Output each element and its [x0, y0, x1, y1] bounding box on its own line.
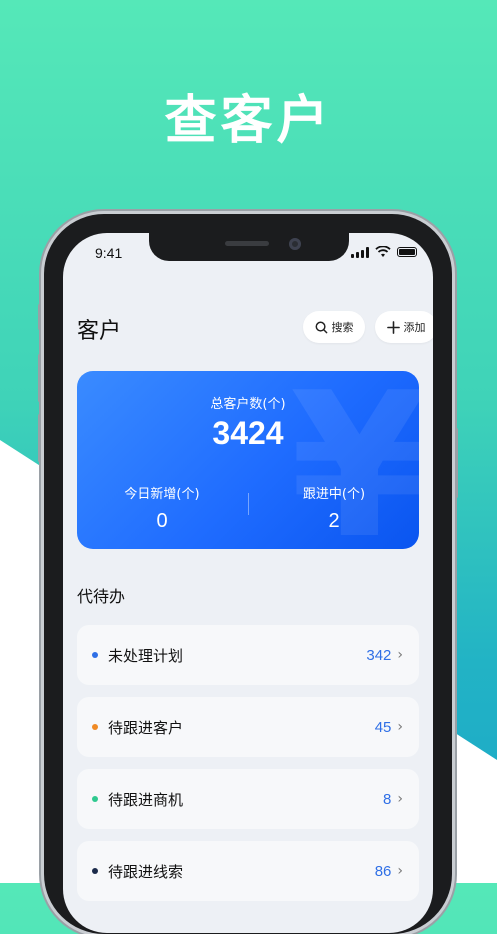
todo-item-label: 待跟进客户 — [108, 718, 184, 737]
todo-item-count: 45 — [374, 718, 392, 736]
battery-icon — [397, 247, 417, 257]
today-new-label: 今日新增(个) — [124, 487, 200, 502]
todo-item-label: 待跟进商机 — [108, 790, 184, 809]
status-icons — [351, 246, 417, 258]
phone-screen: 9:41 客户 搜索 添加 ¥ 总客户数(个) 3424 今日新增(个) 0 跟… — [63, 233, 433, 933]
add-button[interactable]: 添加 — [375, 311, 433, 343]
todo-item-count: 342 — [366, 646, 392, 664]
todo-item-pending-customers[interactable]: 待跟进客户 45 › — [77, 697, 419, 757]
todo-item-pending-opportunities[interactable]: 待跟进商机 8 › — [77, 769, 419, 829]
power-button — [455, 428, 458, 498]
todo-item-unprocessed-plans[interactable]: 未处理计划 342 › — [77, 625, 419, 685]
total-customers-label: 总客户数(个) — [210, 397, 286, 412]
todo-item-count: 86 — [374, 862, 392, 880]
following-label: 跟进中(个) — [302, 487, 366, 502]
wifi-icon — [375, 246, 391, 257]
hero-title: 查客户 — [164, 91, 333, 151]
todo-item-label: 未处理计划 — [108, 646, 184, 665]
search-icon — [315, 321, 327, 333]
search-button-label: 搜索 — [331, 321, 354, 334]
todo-list: 未处理计划 342 › 待跟进客户 45 › 待跟进商机 8 › 待跟进线索 8… — [77, 625, 419, 913]
speaker — [225, 241, 269, 246]
todo-item-label: 待跟进线索 — [108, 862, 184, 881]
mute-switch — [38, 304, 41, 330]
notch — [149, 233, 349, 261]
customer-stats-card: ¥ 总客户数(个) 3424 今日新增(个) 0 跟进中(个) 2 — [77, 371, 419, 549]
today-new-stat[interactable]: 今日新增(个) 0 — [77, 483, 247, 533]
status-dot — [92, 796, 98, 802]
chevron-right-icon: › — [397, 719, 403, 735]
plus-icon — [386, 320, 400, 334]
following-value: 2 — [328, 510, 340, 532]
status-dot — [92, 868, 98, 874]
status-dot — [92, 652, 98, 658]
todo-section-title: 代待办 — [77, 587, 126, 606]
chevron-right-icon: › — [397, 791, 403, 807]
signal-icon — [351, 246, 369, 258]
following-stat[interactable]: 跟进中(个) 2 — [249, 483, 419, 533]
todo-item-count: 8 — [383, 790, 392, 808]
status-dot — [92, 724, 98, 730]
todo-item-pending-leads[interactable]: 待跟进线索 86 › — [77, 841, 419, 901]
volume-down-button — [38, 414, 41, 462]
page-header: 客户 搜索 添加 — [77, 311, 433, 345]
phone-frame: 9:41 客户 搜索 添加 ¥ 总客户数(个) 3424 今日新增(个) 0 跟… — [38, 214, 458, 934]
volume-up-button — [38, 354, 41, 402]
total-customers-value: 3424 — [212, 415, 284, 451]
chevron-right-icon: › — [397, 863, 403, 879]
status-time: 9:41 — [95, 245, 123, 261]
today-new-value: 0 — [156, 510, 168, 532]
page-title: 客户 — [77, 319, 122, 344]
add-button-label: 添加 — [403, 321, 426, 334]
chevron-right-icon: › — [397, 647, 403, 663]
front-camera — [289, 238, 301, 250]
search-button[interactable]: 搜索 — [303, 311, 365, 343]
